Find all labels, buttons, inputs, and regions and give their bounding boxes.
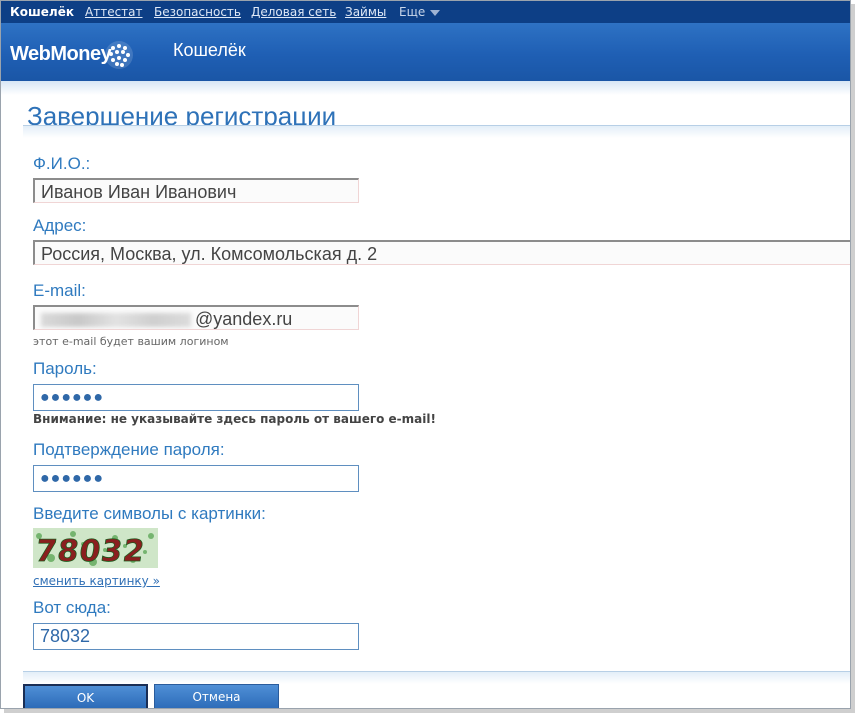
webmoney-logo-text: WebMoney <box>10 43 112 65</box>
ok-button[interactable]: OK <box>23 684 148 708</box>
blurred-email-name <box>41 313 191 328</box>
title-divider <box>23 125 850 138</box>
nav-item-attestat[interactable]: Аттестат <box>85 1 143 23</box>
password-label: Пароль: <box>33 359 97 378</box>
window-shadow-bottom <box>4 709 855 713</box>
captcha-image: 78032 <box>33 528 158 568</box>
cancel-button[interactable]: Отмена <box>154 684 279 708</box>
email-hint: этот e-mail будет вашим логином <box>33 335 229 348</box>
header-title: Кошелёк <box>173 40 246 60</box>
password-warning: Внимание: не указывайте здесь пароль от … <box>33 412 436 426</box>
captcha-answer-input[interactable]: 78032 <box>33 623 359 650</box>
nav-item-security[interactable]: Безопасность <box>154 1 241 23</box>
registration-window: Кошелёк Аттестат Безопасность Деловая се… <box>0 0 851 709</box>
captcha-label: Введите символы с картинки: <box>33 504 266 523</box>
email-field: @yandex.ru <box>33 305 359 330</box>
address-field: Россия, Москва, ул. Комсомольская д. 2 <box>33 240 850 265</box>
email-domain: @yandex.ru <box>195 309 293 329</box>
nav-more-menu[interactable]: Еще <box>399 1 441 23</box>
fio-label: Ф.И.О.: <box>33 154 91 173</box>
chevron-down-icon <box>430 9 441 16</box>
password-confirm-label: Подтверждение пароля: <box>33 440 225 459</box>
header-subband <box>1 81 850 95</box>
nav-item-loans[interactable]: Займы <box>345 1 386 23</box>
password-confirm-input[interactable]: ●●●●●● <box>33 465 359 492</box>
nav-more-label: Еще <box>399 5 426 19</box>
header-band: WebMoney Кошелёк <box>1 23 850 81</box>
password-input[interactable]: ●●●●●● <box>33 384 359 411</box>
address-label: Адрес: <box>33 216 87 235</box>
window-shadow-right <box>851 4 855 713</box>
top-navigation: Кошелёк Аттестат Безопасность Деловая се… <box>1 1 850 23</box>
captcha-answer-label: Вот сюда: <box>33 598 111 617</box>
captcha-text: 78032 <box>33 534 147 568</box>
bottom-divider <box>23 671 850 684</box>
nav-item-wallet[interactable]: Кошелёк <box>10 1 74 23</box>
nav-item-business-network[interactable]: Деловая сеть <box>251 1 336 23</box>
email-label: E-mail: <box>33 281 86 300</box>
fio-field: Иванов Иван Иванович <box>33 178 359 203</box>
webmoney-globe-icon <box>105 41 133 69</box>
change-captcha-link[interactable]: сменить картинку » <box>33 574 160 588</box>
